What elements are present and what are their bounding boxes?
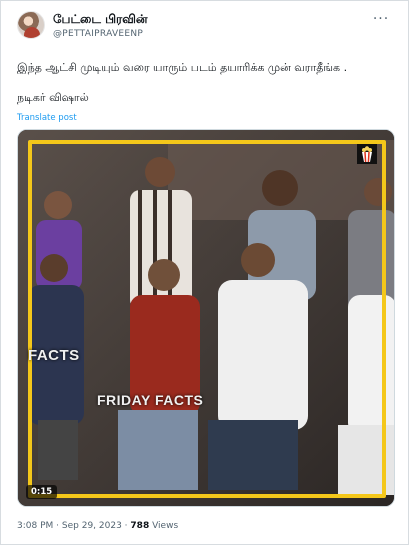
tweet-text: இந்த ஆட்சி முடியும் வரை யாரும் படம் தயார… <box>17 59 394 106</box>
video-duration-badge: 0:15 <box>26 485 58 499</box>
video-overlay-text: FACTS <box>28 347 80 364</box>
video-border-overlay <box>28 140 386 498</box>
meta-separator: · <box>124 521 128 531</box>
tweet-text-line: இந்த ஆட்சி முடியும் வரை யாரும் படம் தயார… <box>17 61 348 74</box>
tweet-date[interactable]: Sep 29, 2023 <box>62 521 122 531</box>
author-avatar[interactable] <box>17 11 45 39</box>
author-display-name[interactable]: பேட்டை பிரவின் <box>53 12 148 28</box>
tweet-meta: 3:08 PM · Sep 29, 2023 · 788 Views <box>17 521 178 531</box>
video-overlay-text: FRIDAY FACTS <box>97 392 204 408</box>
translate-post-link[interactable]: Translate post <box>17 113 77 123</box>
author-handle[interactable]: @PETTAIPRAVEENP <box>53 29 143 39</box>
more-options-icon[interactable]: ··· <box>370 12 392 29</box>
popcorn-logo-icon <box>357 144 377 164</box>
views-label: Views <box>152 521 179 531</box>
tweet-time[interactable]: 3:08 PM <box>17 521 53 531</box>
tweet-header: பேட்டை பிரவின் @PETTAIPRAVEENP ··· <box>17 11 396 45</box>
views-count[interactable]: 788 <box>130 521 149 531</box>
meta-separator: · <box>56 521 60 531</box>
tweet-card: பேட்டை பிரவின் @PETTAIPRAVEENP ··· இந்த … <box>0 0 409 545</box>
tweet-text-line: நடிகர் விஷால் <box>17 91 89 104</box>
video-player[interactable]: FACTS FRIDAY FACTS 0:15 <box>17 129 395 507</box>
